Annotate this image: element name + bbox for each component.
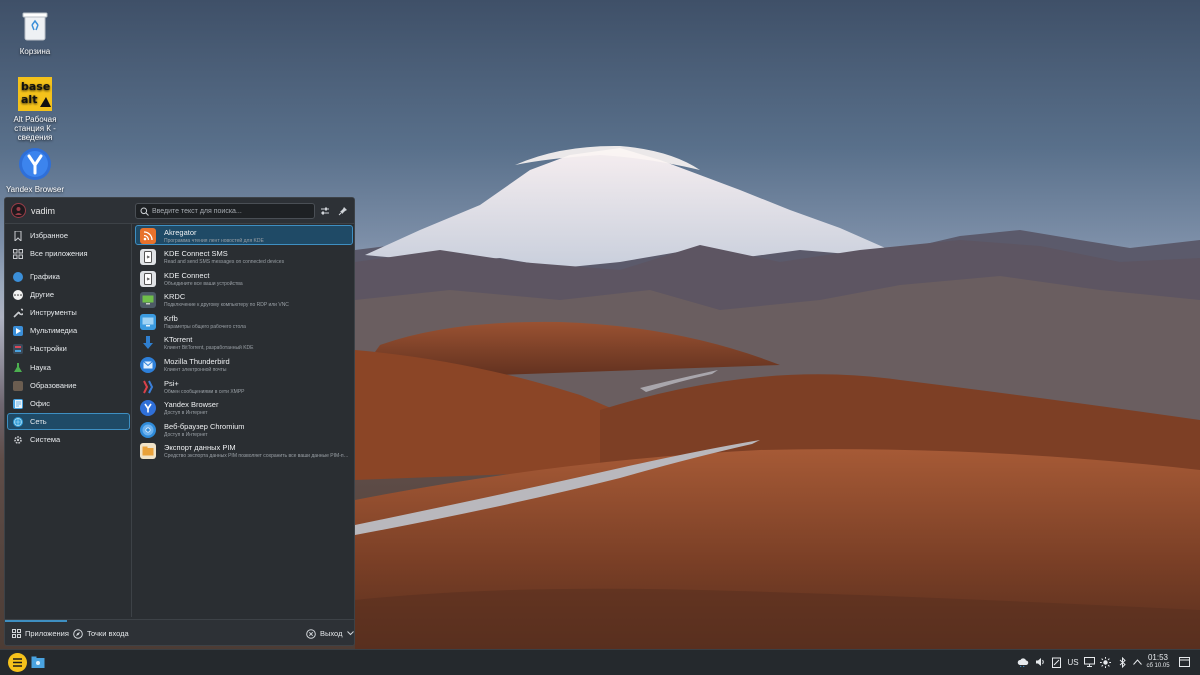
application-launcher-button[interactable] [8,653,27,672]
sidebar-item-graphics[interactable]: Графика [7,268,130,285]
sliders-icon [321,207,329,215]
launcher-footer: Приложения Точки входа Выход [5,619,354,645]
bookmark-icon [13,230,23,241]
app-item-yandex-browser[interactable]: Yandex Browser Доступ в Интернет [135,397,353,417]
compass-icon [73,628,83,639]
sidebar-item-network[interactable]: Сеть [7,413,130,430]
category-sidebar: Избранное Все приложения Графика Другие … [5,224,132,617]
folder-icon [31,656,45,668]
desktop-icon-yandex-browser[interactable]: Yandex Browser [0,146,70,194]
thunderbird-icon [140,357,156,373]
krdc-icon [140,292,156,308]
other-icon [13,289,23,300]
app-item-kdeconnect[interactable]: KDE Connect Объедините все ваши устройст… [135,268,353,288]
desktop-icon-basealt[interactable]: base alt Alt Рабочая станция К - сведени… [0,76,70,142]
clock-date: сб 10.05 [1146,663,1170,669]
chevron-down-icon [347,629,354,638]
weather-icon[interactable] [1017,655,1029,669]
svg-text:base: base [21,80,50,93]
pim-export-icon [140,443,156,459]
desktop-icon-label: Alt Рабочая станция К - сведения [13,115,57,142]
app-item-krfb[interactable]: Krfb Параметры общего рабочего стола [135,311,353,331]
username: vadim [31,206,56,216]
app-item-ktorrent[interactable]: KTorrent Клиент BitTorrent, разработанны… [135,332,353,352]
logout-icon [306,628,316,639]
settings-icon [13,343,23,354]
sidebar-item-favorites[interactable]: Избранное [7,227,130,244]
office-icon [13,398,23,409]
akregator-icon [140,228,156,244]
sidebar-item-multimedia[interactable]: Мультимедиа [7,322,130,339]
yandex-browser-icon [17,146,53,182]
app-item-chromium[interactable]: Веб-браузер Chromium Доступ в Интернет [135,419,353,439]
sidebar-item-other[interactable]: Другие [7,286,130,303]
taskbar: US 01:53 сб 10.05 [0,649,1200,675]
kdeconnect-icon [140,271,156,287]
search-icon [140,207,149,218]
digital-clock[interactable]: 01:53 сб 10.05 [1143,653,1173,670]
expand-tray-icon[interactable] [1131,655,1143,669]
menu-icon [13,658,22,667]
search-input[interactable] [152,205,310,217]
app-item-psi[interactable]: Psi+ Обмен сообщениями в сети XMPP [135,376,353,396]
app-item-akregator[interactable]: Akregator Программа чтения лент новостей… [135,225,353,245]
ktorrent-icon [140,335,156,351]
wrench-icon [13,308,23,318]
launcher-header: vadim [5,198,354,224]
yandex-browser-icon [140,400,156,416]
clock-time: 01:53 [1147,653,1169,662]
system-gear-icon [13,435,23,445]
task-file-manager[interactable] [31,655,45,669]
tab-places[interactable]: Точки входа [73,620,129,645]
app-item-krdc[interactable]: KRDC Подключение к другому компьютеру по… [135,289,353,309]
avatar[interactable] [11,203,26,218]
clipboard-icon[interactable] [1050,655,1062,669]
display-icon[interactable] [1083,655,1095,669]
sidebar-item-tools[interactable]: Инструменты [7,304,130,321]
sidebar-item-education[interactable]: Образование [7,377,130,394]
app-item-kdeconnect-sms[interactable]: KDE Connect SMS Read and send SMS messag… [135,246,353,266]
trash-icon [17,8,53,44]
sidebar-item-system[interactable]: Система [7,431,130,448]
application-list: Akregator Программа чтения лент новостей… [133,224,354,617]
grid-icon [12,629,21,639]
logout-button[interactable]: Выход [306,620,354,645]
desktop-icon-label: Корзина [19,47,51,56]
desktop-icon-trash[interactable]: Корзина [0,8,70,56]
show-desktop-icon[interactable] [1178,655,1190,669]
education-icon [13,380,23,391]
sidebar-item-science[interactable]: Наука [7,359,130,376]
sidebar-item-all-apps[interactable]: Все приложения [7,245,130,262]
sidebar-item-office[interactable]: Офис [7,395,130,412]
app-item-pim-export[interactable]: Экспорт данных PIM Средство экспорта дан… [135,440,353,460]
graphics-icon [13,271,23,282]
kdeconnect-sms-icon [140,249,156,265]
configure-button[interactable] [318,204,332,218]
bluetooth-icon[interactable] [1116,655,1128,669]
krfb-icon [140,314,156,330]
multimedia-icon [13,325,23,336]
grid-icon [13,248,23,259]
search-field[interactable] [135,203,315,219]
sidebar-item-settings[interactable]: Настройки [7,340,130,357]
pin-button[interactable] [336,204,350,218]
volume-icon[interactable] [1034,655,1046,669]
brightness-icon[interactable] [1099,655,1111,669]
application-launcher: vadim Избранное Все приложения Графика [4,197,355,646]
psi-icon [140,379,156,395]
basealt-icon: base alt [17,76,53,112]
tab-applications[interactable]: Приложения [5,620,69,645]
app-item-thunderbird[interactable]: Mozilla Thunderbird Клиент электронной п… [135,354,353,374]
flask-icon [13,362,23,373]
network-icon [13,416,23,427]
keyboard-layout-indicator[interactable]: US [1066,655,1080,669]
desktop-icon-label: Yandex Browser [5,185,65,194]
svg-text:alt: alt [21,93,37,106]
chromium-icon [140,422,156,438]
pin-icon [338,207,347,216]
